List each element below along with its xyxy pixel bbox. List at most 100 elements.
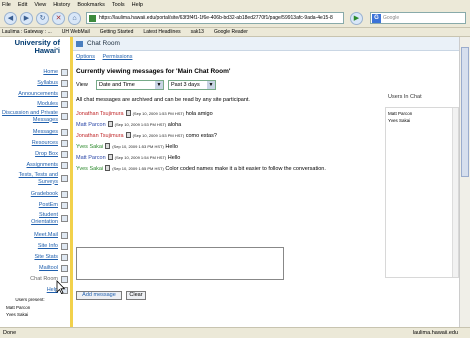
chat-message: Jonathan Tsujimura (Sep 10, 2009 1:53 PM … [76, 110, 376, 121]
bookmark-google-reader[interactable]: Google Reader [214, 29, 248, 35]
clear-button[interactable]: Clear [126, 291, 146, 300]
url-input[interactable]: https://laulima.hawaii.edu/portal/site/6… [86, 12, 344, 24]
delete-icon[interactable] [105, 143, 111, 149]
message-timestamp: (Sep 10, 2009 1:53 PM HST) [112, 144, 164, 149]
nav-announcements[interactable]: Announcements [18, 91, 58, 98]
search-input[interactable]: G Google [370, 12, 466, 24]
nav-chat-room[interactable]: Chat Room [30, 276, 58, 283]
nav-tests[interactable]: Tests, Tests and Surveys [8, 172, 58, 185]
postem-icon [61, 202, 68, 209]
view-controls: View Date and Time ▼ Past 3 days ▼ [76, 80, 216, 90]
search-placeholder: Google [383, 15, 400, 21]
nav-student-orientation[interactable]: Student Orientation [16, 212, 58, 225]
page-scrollbar[interactable] [459, 37, 470, 327]
menu-bookmarks[interactable]: Bookmarks [77, 2, 105, 8]
nav-gradebook[interactable]: Gradebook [31, 191, 58, 198]
status-text: Done [3, 330, 17, 336]
message-author: Jonathan Tsujimura [76, 111, 124, 117]
go-icon[interactable]: ▶ [350, 12, 363, 25]
message-list: Jonathan Tsujimura (Sep 10, 2009 1:53 PM … [76, 110, 376, 176]
nav-syllabus[interactable]: Syllabus [37, 80, 58, 87]
home-icon [61, 69, 68, 76]
message-author: Yves Sakai [76, 144, 104, 150]
nav-drop-box[interactable]: Drop Box [35, 151, 58, 158]
range-select-value: Past 3 days [171, 82, 200, 88]
bookmark-getting-started[interactable]: Getting Started [100, 29, 134, 35]
bookmark-sak13[interactable]: sak13 [191, 29, 204, 35]
nav-home[interactable]: Home [43, 69, 58, 76]
menu-help[interactable]: Help [132, 2, 143, 8]
tab-options[interactable]: Options [76, 54, 95, 60]
menu-edit[interactable]: Edit [18, 2, 27, 8]
stop-icon[interactable]: ✕ [52, 12, 65, 25]
add-message-button[interactable]: Add message [76, 291, 122, 300]
meet-mail-icon [61, 232, 68, 239]
message-text: Hello [165, 144, 178, 150]
users-in-chat-label: Users In Chat [388, 94, 422, 100]
site-info-icon [61, 243, 68, 250]
nav-meet-mail[interactable]: Meet.Mail [34, 232, 58, 239]
nav-postem[interactable]: PostEm [39, 202, 58, 209]
delete-icon[interactable] [125, 132, 131, 138]
tab-permissions[interactable]: Permissions [103, 54, 133, 60]
discussion-icon [61, 113, 68, 120]
chat-message: Yves Sakai (Sep 10, 2009 1:53 PM HST) Hel… [76, 143, 376, 154]
bookmark-uh-webmail[interactable]: UH WebMail [62, 29, 90, 35]
tool-tabs: Options Permissions [76, 54, 138, 60]
message-author: Yves Sakai [76, 166, 104, 172]
message-timestamp: (Sep 10, 2009 1:53 PM HST) [132, 111, 185, 116]
menu-file[interactable]: File [2, 2, 11, 8]
nav-site-stats[interactable]: Site Stats [34, 254, 58, 261]
range-select[interactable]: Past 3 days ▼ [168, 80, 216, 90]
syllabus-icon [61, 80, 68, 87]
bookmark-laulima[interactable]: Laulima : Gateway : ... [2, 29, 52, 35]
bookmark-latest-headlines[interactable]: Latest Headlines [143, 29, 180, 35]
menu-view[interactable]: View [34, 2, 46, 8]
menu-history[interactable]: History [53, 2, 70, 8]
nav-resources[interactable]: Resources [32, 140, 58, 147]
mouse-pointer-icon [56, 280, 66, 294]
resources-icon [61, 140, 68, 147]
message-text: hola amigo [185, 111, 213, 117]
tool-title: Chat Room [87, 40, 120, 47]
scrollbar-thumb[interactable] [461, 47, 469, 177]
announcements-icon [61, 91, 68, 98]
users-scrollbar[interactable] [452, 108, 458, 277]
message-text: Color coded names make it a bit easier t… [165, 166, 326, 172]
nav-mailtool[interactable]: Mailtool [39, 265, 58, 272]
message-text: como estas? [185, 133, 217, 139]
reload-icon[interactable]: ↻ [36, 12, 49, 25]
forward-icon[interactable]: ▶ [20, 12, 33, 25]
delete-icon[interactable] [125, 110, 131, 116]
message-author: Jonathan Tsujimura [76, 133, 124, 139]
message-text: aloha [167, 122, 182, 128]
message-timestamp: (Sep 10, 2009 1:55 PM HST) [112, 166, 164, 171]
tool-titlebar: Chat Room [73, 37, 459, 51]
nav-modules[interactable]: Modules [37, 101, 58, 108]
view-select[interactable]: Date and Time ▼ [96, 80, 164, 90]
menu-tools[interactable]: Tools [112, 2, 125, 8]
present-user: Yves Sakai [6, 312, 29, 317]
site-favicon-icon [89, 15, 96, 22]
browser-navbar: ◀ ▶ ↻ ✕ ⌂ https://laulima.hawaii.edu/por… [0, 9, 470, 28]
archive-note: All chat messages are archived and can b… [76, 97, 250, 103]
nav-site-info[interactable]: Site Info [38, 243, 58, 250]
chat-tool: Chat Room Options Permissions Currently … [73, 37, 459, 327]
delete-icon[interactable] [105, 165, 111, 171]
nav-assignments[interactable]: Assignments [27, 162, 59, 169]
mailtool-icon [61, 265, 68, 272]
delete-icon[interactable] [107, 121, 113, 127]
message-timestamp: (Sep 10, 2009 1:53 PM HST) [132, 133, 185, 138]
message-author: Matt Parcon [76, 122, 106, 128]
browser-menubar: File Edit View History Bookmarks Tools H… [0, 0, 470, 9]
delete-icon[interactable] [107, 154, 113, 160]
nav-discussion[interactable]: Discussion and Private Messages [2, 110, 58, 123]
site-stats-icon [61, 254, 68, 261]
users-present-label: Users present: [15, 297, 45, 302]
present-user: Matt Parcon [6, 305, 31, 310]
back-icon[interactable]: ◀ [4, 12, 17, 25]
message-input[interactable] [76, 247, 284, 280]
student-orientation-icon [61, 215, 68, 222]
home-icon[interactable]: ⌂ [68, 12, 81, 25]
nav-messages[interactable]: Messages [33, 129, 58, 136]
